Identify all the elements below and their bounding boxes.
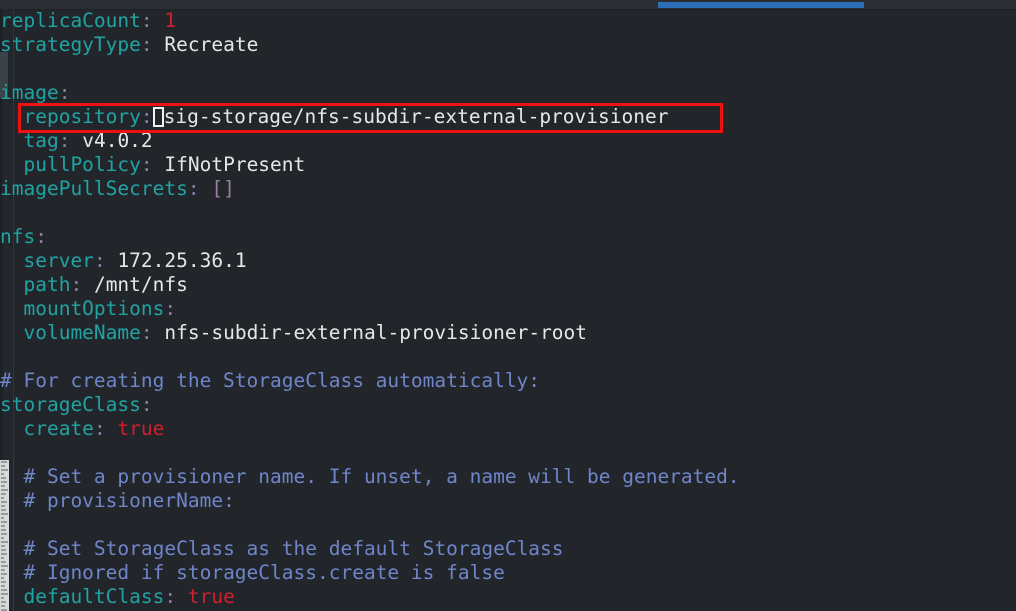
code-token: create: [23, 417, 94, 440]
code-editor-area[interactable]: replicaCount: 1 strategyType: Recreate im…: [0, 9, 1016, 611]
text-cursor: [152, 107, 164, 127]
code-line[interactable]: replicaCount: 1: [0, 9, 1016, 33]
code-token: :: [140, 33, 153, 56]
code-token: true: [187, 585, 235, 608]
code-line[interactable]: tag: v4.0.2: [0, 129, 1016, 153]
editor-window: replicaCount: 1 strategyType: Recreate im…: [0, 0, 1016, 611]
code-line[interactable]: [0, 513, 1016, 537]
code-line[interactable]: path: /mnt/nfs: [0, 273, 1016, 297]
code-line[interactable]: strategyType: Recreate: [0, 33, 1016, 57]
code-token: # Set StorageClass as the default Storag…: [23, 537, 564, 560]
code-line[interactable]: [0, 441, 1016, 465]
code-line[interactable]: [0, 57, 1016, 81]
code-token: mountOptions: [23, 297, 165, 320]
code-token: sig-storage/nfs-subdir-external-provisio…: [163, 105, 669, 128]
code-token: replicaCount: [0, 9, 141, 32]
code-token: :: [35, 225, 47, 248]
code-token: # For creating the StorageClass automati…: [0, 369, 541, 392]
code-token: v4.0.2: [82, 129, 153, 152]
code-token: # Ignored if storageClass.create is fals…: [23, 561, 505, 584]
code-token: volumeName: [23, 321, 141, 344]
code-line[interactable]: volumeName: nfs-subdir-external-provisio…: [0, 321, 1016, 345]
code-token: image: [0, 81, 59, 104]
code-token: path: [23, 273, 71, 296]
code-token: 1: [164, 9, 177, 32]
code-token: :: [164, 297, 177, 320]
code-line[interactable]: nfs:: [0, 225, 1016, 249]
code-line[interactable]: server: 172.25.36.1: [0, 249, 1016, 273]
code-token: []: [211, 177, 235, 200]
code-token: true: [117, 417, 165, 440]
code-line[interactable]: storageClass:: [0, 393, 1016, 417]
code-line[interactable]: mountOptions:: [0, 297, 1016, 321]
code-line[interactable]: # provisionerName:: [0, 489, 1016, 513]
code-line[interactable]: # Ignored if storageClass.create is fals…: [0, 561, 1016, 585]
code-line[interactable]: # For creating the StorageClass automati…: [0, 369, 1016, 393]
code-token: 172.25.36.1: [117, 249, 247, 272]
code-token: :: [58, 129, 71, 152]
code-line[interactable]: [0, 201, 1016, 225]
code-line[interactable]: image:: [0, 81, 1016, 105]
code-token: server: [23, 249, 94, 272]
code-line[interactable]: # Set a provisioner name. If unset, a na…: [0, 465, 1016, 489]
code-token: /mnt/nfs: [93, 273, 188, 296]
code-token: :: [70, 273, 83, 296]
code-token: tag: [23, 129, 59, 152]
code-token: :: [140, 153, 153, 176]
code-token: imagePullSecrets: [0, 177, 188, 200]
code-token: # Set a provisioner name. If unset, a na…: [23, 465, 740, 488]
code-token: nfs-subdir-external-provisioner-root: [164, 321, 588, 344]
code-token: nfs: [0, 225, 36, 248]
code-line[interactable]: imagePullSecrets: []: [0, 177, 1016, 201]
code-line[interactable]: defaultClass: true: [0, 585, 1016, 609]
code-token: IfNotPresent: [164, 153, 306, 176]
code-token: :: [164, 585, 177, 608]
code-token: repository: [23, 105, 141, 128]
code-token: pullPolicy: [23, 153, 141, 176]
code-token: :: [140, 321, 153, 344]
code-token: :: [93, 249, 106, 272]
code-token: :: [140, 9, 153, 32]
code-line[interactable]: [0, 345, 1016, 369]
code-token: Recreate: [164, 33, 259, 56]
code-line[interactable]: pullPolicy: IfNotPresent: [0, 153, 1016, 177]
code-token: :: [140, 393, 153, 416]
code-token: storageClass: [0, 393, 141, 416]
code-token: :: [93, 417, 106, 440]
code-token: :: [187, 177, 200, 200]
code-line[interactable]: repository: sig-storage/nfs-subdir-extern…: [0, 105, 1016, 129]
code-token: :: [58, 81, 71, 104]
code-token: defaultClass: [23, 585, 165, 608]
code-token: strategyType: [0, 33, 141, 56]
code-token: :: [140, 105, 153, 128]
code-token: # provisionerName:: [23, 489, 235, 512]
horizontal-scrollbar-thumb[interactable]: [658, 2, 864, 8]
code-line[interactable]: # Set StorageClass as the default Storag…: [0, 537, 1016, 561]
code-line[interactable]: create: true: [0, 417, 1016, 441]
